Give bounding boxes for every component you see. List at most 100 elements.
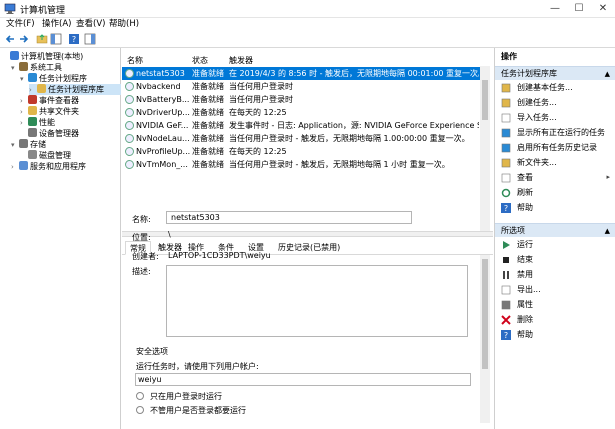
submenu-arrow-icon: ▸	[606, 173, 610, 181]
minimize-button[interactable]: —	[543, 0, 567, 18]
tree-item[interactable]: 设备管理器	[20, 128, 121, 139]
actions-title: 操作	[501, 52, 517, 61]
properties-icon	[501, 300, 511, 310]
task-row[interactable]: NVIDIA GeF... 准备就绪 发生事件时 - 日志: Application…	[122, 119, 480, 132]
action-label: 启用所有任务历史记录	[517, 143, 597, 152]
tree-item[interactable]: › 性能	[20, 117, 121, 128]
tree-node-icon	[28, 117, 37, 126]
task-row[interactable]: Nvbackend 准备就绪 当任何用户登录时	[122, 80, 480, 93]
radio-run-always-label: 不管用户是否登录都要运行	[150, 406, 246, 415]
column-header-name[interactable]: 名称	[127, 55, 143, 66]
tree-node-icon	[19, 139, 28, 148]
menu-help[interactable]: 帮助(H)	[109, 18, 139, 30]
tree-item[interactable]: › 服务和应用程序	[11, 161, 121, 172]
tree-item[interactable]: 磁盘管理	[20, 150, 121, 161]
actions-section-library-label: 任务计划程序库	[501, 69, 557, 78]
task-row[interactable]: NvProfileUp... 准备就绪 在每天的 12:25	[122, 145, 480, 158]
action-help[interactable]: ? 帮助	[495, 201, 615, 214]
tree-item-label: 任务计划程序	[39, 74, 87, 83]
tree-node-icon	[19, 161, 28, 170]
up-folder-icon[interactable]	[36, 33, 48, 45]
tree-node-icon	[10, 51, 19, 60]
list-scrollbar-thumb[interactable]	[482, 80, 488, 120]
tree-item[interactable]: › 任务计划程序库	[29, 84, 121, 95]
user-account-field[interactable]: weiyu	[135, 373, 471, 386]
action-new-folder[interactable]: 新文件夹...	[495, 156, 615, 169]
svg-text:?: ?	[504, 331, 508, 340]
action-run[interactable]: 运行	[495, 238, 615, 251]
actions-pane: 操作 任务计划程序库 ▲ 创建基本任务... 创建任务... 导入任务... 显示所有…	[494, 48, 615, 429]
action-disable[interactable]: 禁用	[495, 268, 615, 281]
close-button[interactable]: ✕	[591, 0, 615, 18]
action-create-basic-task[interactable]: 创建基本任务...	[495, 81, 615, 94]
task-row[interactable]: NvNodeLau... 准备就绪 当任何用户登录时 - 触发后，无限期地每隔 1.…	[122, 132, 480, 145]
tree-item[interactable]: ▾ 系统工具	[11, 62, 121, 73]
actions-section-selected[interactable]: 所选项 ▲	[495, 223, 615, 237]
task-row[interactable]: NvBatteryB... 准备就绪 当任何用户登录时	[122, 93, 480, 106]
action-label: 运行	[517, 240, 533, 249]
task-cell-name: NvTmMon_...	[136, 160, 188, 169]
task-row[interactable]: NvDriverUp... 准备就绪 在每天的 12:25	[122, 106, 480, 119]
action-export[interactable]: 导出...	[495, 283, 615, 296]
column-header-status[interactable]: 状态	[192, 55, 208, 66]
task-cell-name: NvBatteryB...	[136, 95, 190, 104]
action-stop[interactable]: 结束	[495, 253, 615, 266]
name-label: 名称:	[132, 215, 151, 224]
action-label: 属性	[517, 300, 533, 309]
list-scrollbar[interactable]	[480, 66, 490, 231]
tree-expander-icon[interactable]: ›	[11, 162, 19, 173]
tree-item[interactable]: ▾ 任务计划程序	[20, 73, 121, 84]
action-show-running[interactable]: 显示所有正在运行的任务	[495, 126, 615, 139]
forward-arrow-icon[interactable]	[18, 33, 30, 45]
title-bar: 计算机管理 — ☐ ✕	[0, 0, 615, 18]
tree-expander-icon[interactable]: ▾	[11, 140, 19, 151]
radio-run-always[interactable]	[136, 406, 144, 414]
show-hide-tree-icon[interactable]	[50, 33, 62, 45]
actions-section-library[interactable]: 任务计划程序库 ▲	[495, 66, 615, 80]
action-help[interactable]: ? 帮助	[495, 328, 615, 341]
name-field[interactable]: netstat5303	[166, 211, 412, 224]
action-refresh[interactable]: 刷新	[495, 186, 615, 199]
tree-item[interactable]: › 事件查看器	[20, 95, 121, 106]
tree-item-label: 事件查看器	[39, 96, 79, 105]
create-task-icon	[501, 98, 511, 108]
menu-view[interactable]: 查看(V)	[76, 18, 105, 30]
pane-splitter[interactable]	[122, 231, 493, 237]
tree-item[interactable]: › 共享文件夹	[20, 106, 121, 117]
export-icon	[501, 285, 511, 295]
actions-section-selected-label: 所选项	[501, 226, 525, 235]
description-field[interactable]	[166, 265, 468, 337]
tab-history[interactable]: 历史记录(已禁用)	[274, 241, 344, 255]
tree-expander-icon[interactable]: ▾	[11, 63, 19, 74]
task-cell-trigger: 在 2019/4/3 的 8:56 时 - 触发后，无限期地每隔 00:01:0…	[229, 69, 479, 78]
action-properties[interactable]: 属性	[495, 298, 615, 311]
action-create-task[interactable]: 创建任务...	[495, 96, 615, 109]
detail-scrollbar[interactable]	[480, 255, 490, 423]
maximize-button[interactable]: ☐	[567, 0, 591, 18]
task-cell-trigger: 在每天的 12:25	[229, 108, 287, 117]
task-cell-status: 准备就绪	[192, 147, 224, 156]
tree-expander-icon[interactable]: ▾	[20, 74, 28, 85]
action-history[interactable]: 启用所有任务历史记录	[495, 141, 615, 154]
disable-icon	[501, 270, 511, 280]
column-header-trigger[interactable]: 触发器	[229, 55, 253, 66]
action-import-task[interactable]: 导入任务...	[495, 111, 615, 124]
tree-item[interactable]: 计算机管理(本地)	[2, 51, 121, 62]
task-row[interactable]: NvTmMon_... 准备就绪 当任何用户登录时 - 触发后，无限期地每隔 1 小…	[122, 158, 480, 171]
task-row[interactable]: netstat5303 准备就绪在 2019/4/3 的 8:56 时 - 触发后…	[122, 67, 480, 80]
show-hide-action-pane-icon[interactable]	[84, 33, 96, 45]
security-options-title: 安全选项	[136, 347, 168, 356]
menu-file[interactable]: 文件(F)	[6, 18, 35, 30]
task-cell-status: 准备就绪	[192, 69, 224, 78]
tree-item[interactable]: ▾ 存储	[11, 139, 121, 150]
action-delete[interactable]: 删除	[495, 313, 615, 326]
task-cell-name: NVIDIA GeF...	[136, 121, 189, 130]
help-icon[interactable]: ?	[68, 33, 80, 45]
action-view[interactable]: 查看 ▸	[495, 171, 615, 184]
action-label: 刷新	[517, 188, 533, 197]
author-label: 创建者:	[132, 252, 159, 261]
menu-action[interactable]: 操作(A)	[42, 18, 71, 30]
detail-scrollbar-thumb[interactable]	[482, 259, 488, 369]
radio-run-logged-on[interactable]	[136, 392, 144, 400]
back-arrow-icon[interactable]	[4, 33, 16, 45]
